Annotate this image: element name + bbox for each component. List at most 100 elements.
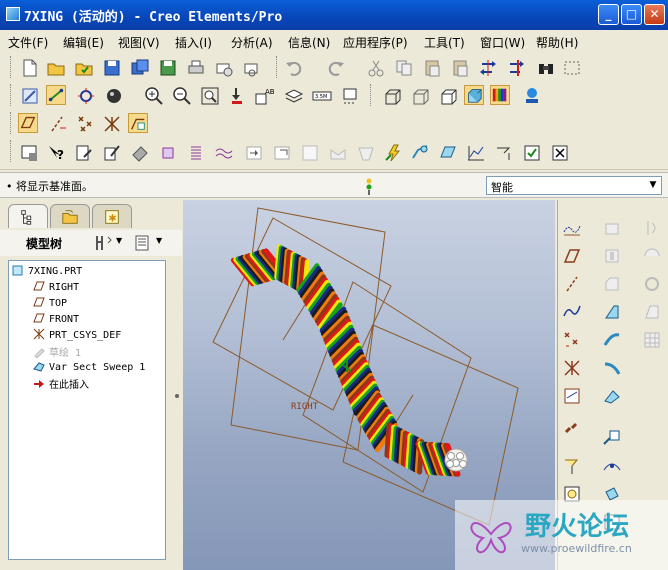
hidden-line-icon[interactable] [410, 86, 430, 106]
find-icon[interactable] [536, 58, 556, 78]
app-icon[interactable] [6, 7, 20, 21]
open-file-icon[interactable] [46, 58, 66, 78]
chain-link-icon[interactable] [562, 418, 582, 438]
print-icon[interactable] [186, 58, 206, 78]
regenerate-icon[interactable] [478, 58, 498, 78]
lightning-icon[interactable] [384, 143, 404, 163]
context-help-icon[interactable]: ? [46, 143, 66, 163]
blend-icon[interactable] [602, 330, 622, 350]
datum-curve-tool-icon[interactable] [562, 302, 582, 322]
tree-item-right[interactable]: RIGHT [33, 280, 79, 295]
toolbar-grip[interactable] [10, 140, 13, 162]
cut-icon[interactable] [366, 58, 386, 78]
shell-tool-icon[interactable] [642, 274, 662, 294]
appearance-manager-icon[interactable] [522, 86, 542, 106]
dimension-flag-icon[interactable] [494, 143, 514, 163]
menu-info[interactable]: 信息(N) [288, 34, 330, 51]
tree-item-var-sect-sweep[interactable]: Var Sect Sweep 1 [33, 360, 145, 375]
chevron-down-icon[interactable]: ▼ [116, 236, 122, 245]
selection-filter-select[interactable]: 智能 ▼ [486, 176, 662, 195]
redo-icon[interactable] [326, 58, 346, 78]
zoom-in-icon[interactable] [144, 86, 164, 106]
datum-planes-toggle[interactable] [18, 113, 38, 133]
send-mail-icon[interactable] [214, 58, 234, 78]
chamfer-icon[interactable] [602, 274, 622, 294]
copy-geometry-icon[interactable] [602, 428, 622, 448]
maximize-button[interactable]: □ [621, 4, 642, 25]
blank-square-icon[interactable] [300, 143, 320, 163]
navigator-sash[interactable] [174, 260, 182, 560]
new-file-icon[interactable] [20, 58, 40, 78]
csys-display-icon[interactable] [102, 114, 122, 134]
appearance-icon[interactable] [104, 86, 124, 106]
chevron-down-icon[interactable]: ▼ [645, 177, 661, 194]
tab-model-tree[interactable] [8, 204, 48, 228]
revolve-icon[interactable] [642, 218, 662, 238]
paste-icon[interactable] [422, 58, 442, 78]
datum-axes-icon[interactable] [48, 114, 68, 134]
settings-tools-icon[interactable] [94, 234, 114, 252]
enhanced-realism-toggle[interactable] [490, 85, 510, 105]
menu-file[interactable]: 文件(F) [8, 34, 48, 51]
zoom-out-icon[interactable] [172, 86, 192, 106]
show-columns-icon[interactable] [134, 234, 152, 252]
draft-tool-icon[interactable] [642, 302, 662, 322]
close-window-icon[interactable] [550, 143, 570, 163]
csys-tool-icon[interactable] [562, 358, 582, 378]
toolbar-grip[interactable] [10, 112, 13, 134]
paste-special-icon[interactable] [450, 58, 470, 78]
copy-icon[interactable] [394, 58, 414, 78]
orient-mode-icon[interactable] [76, 86, 96, 106]
spring-icon[interactable] [186, 143, 206, 163]
undo-icon[interactable] [284, 58, 304, 78]
model-display-icon[interactable] [340, 86, 360, 106]
regen-manager-icon[interactable] [506, 58, 526, 78]
shading-toggle[interactable] [464, 85, 484, 105]
toolbar-grip[interactable] [10, 84, 13, 106]
menu-window[interactable]: 窗口(W) [480, 34, 525, 51]
menu-view[interactable]: 视图(V) [118, 34, 160, 51]
tree-item-top[interactable]: TOP [33, 296, 67, 311]
spin-center-toggle[interactable] [46, 85, 66, 105]
datum-points-icon[interactable] [76, 114, 96, 134]
mold-tool-icon[interactable] [130, 143, 150, 163]
sweep-tool-icon[interactable] [410, 143, 430, 163]
menu-applications[interactable]: 应用程序(P) [343, 34, 408, 51]
chevron-down-icon[interactable]: ▼ [156, 236, 162, 245]
tree-item-part[interactable]: 7XING.PRT [12, 264, 82, 279]
edit-relations-icon[interactable] [74, 143, 94, 163]
model-player-icon[interactable] [20, 143, 40, 163]
datum-plane-tool-icon[interactable] [562, 246, 582, 266]
toolbar-grip[interactable] [370, 84, 373, 106]
minimize-button[interactable]: _ [598, 4, 619, 25]
hole-icon[interactable] [602, 246, 622, 266]
datum-point-tool-icon[interactable] [562, 330, 582, 350]
backup-icon[interactable] [158, 58, 178, 78]
select-box-icon[interactable] [562, 58, 582, 78]
toolbar-grip[interactable] [276, 56, 279, 78]
saved-views-icon[interactable]: AB [254, 86, 274, 106]
pattern-icon[interactable] [642, 330, 662, 350]
twisted-rope-model[interactable] [230, 244, 461, 477]
sweep-blend-icon[interactable] [602, 358, 622, 378]
close-button[interactable]: ✕ [644, 4, 665, 25]
layers-icon[interactable] [284, 86, 304, 106]
edit-definition-icon[interactable] [102, 143, 122, 163]
no-hidden-icon[interactable] [438, 86, 458, 106]
menu-help[interactable]: 帮助(H) [536, 34, 578, 51]
save-copy-icon[interactable] [130, 58, 150, 78]
tree-item-insert-here[interactable]: 在此插入 [33, 376, 89, 391]
wave-icon[interactable] [214, 143, 234, 163]
tab-folder-browser[interactable] [50, 204, 90, 228]
graph-icon[interactable] [466, 143, 486, 163]
rib-icon[interactable] [602, 302, 622, 322]
round-feature-icon[interactable] [642, 246, 662, 266]
tab-favorites[interactable]: ✱ [92, 204, 132, 228]
checklist-icon[interactable] [522, 143, 542, 163]
tree-item-front[interactable]: FRONT [33, 312, 79, 327]
extrude-icon[interactable] [602, 218, 622, 238]
variable-sweep-icon[interactable] [602, 386, 622, 406]
reorient-icon[interactable] [228, 86, 248, 106]
repaint-icon[interactable] [20, 86, 40, 106]
menu-tools[interactable]: 工具(T) [424, 34, 465, 51]
